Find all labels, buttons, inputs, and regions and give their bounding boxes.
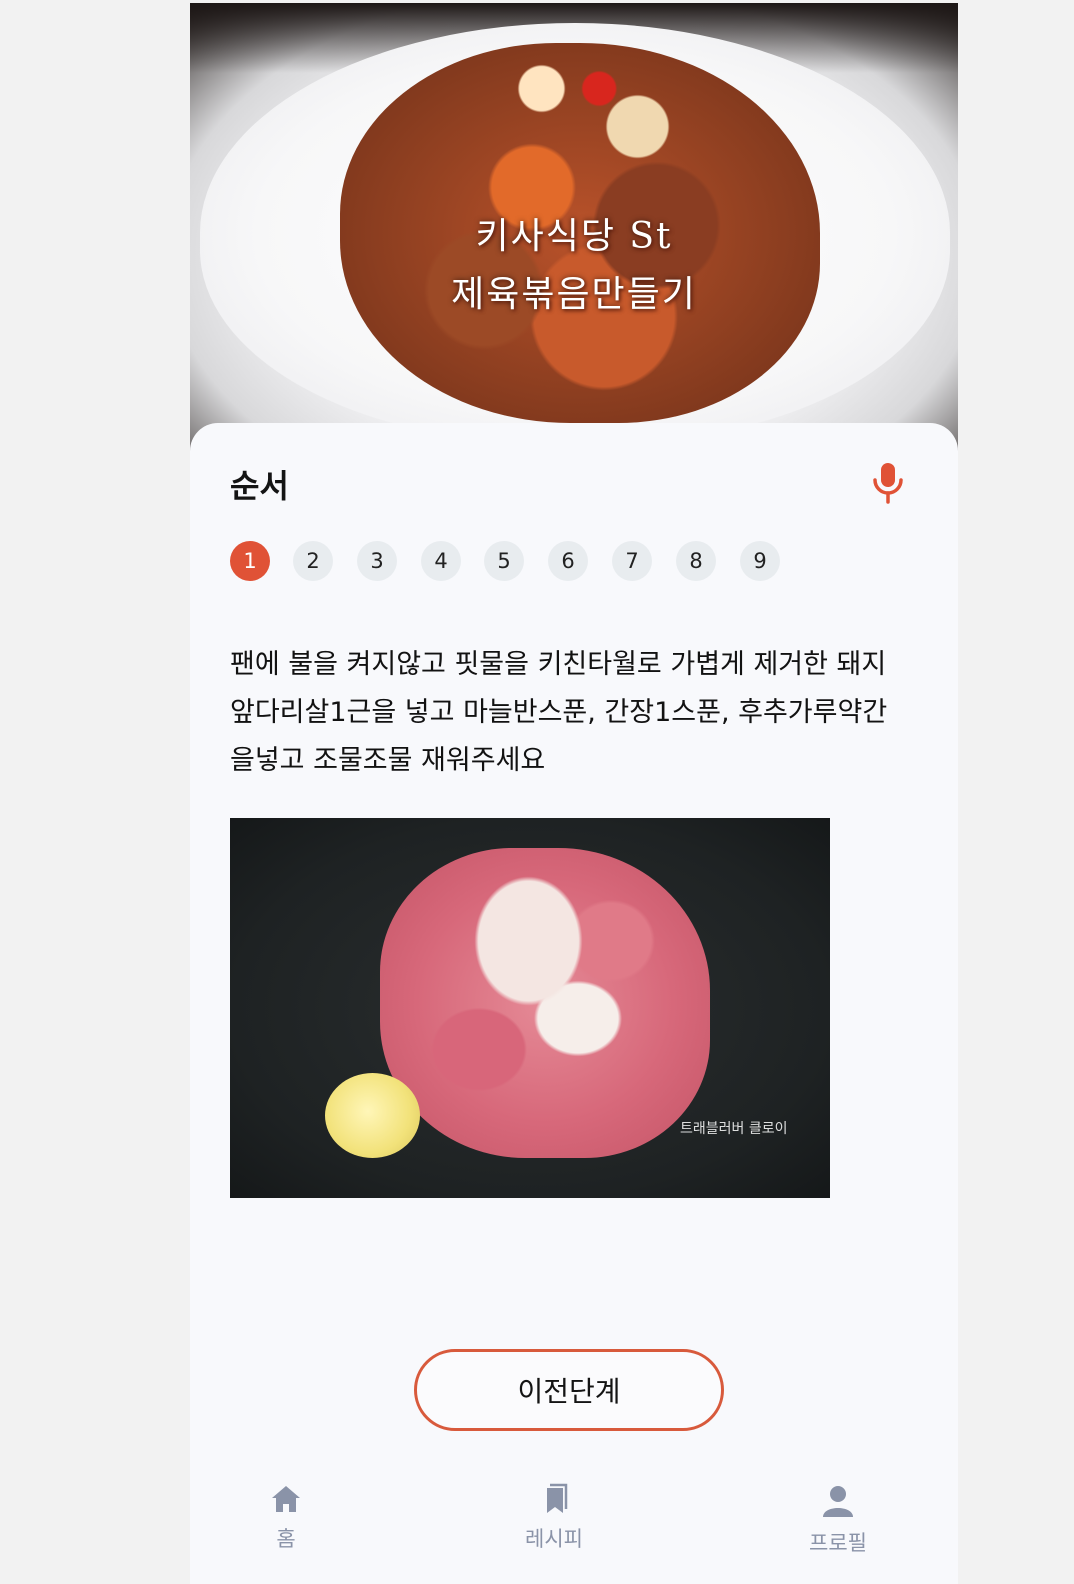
tab-profile-label: 프로필 [809, 1531, 867, 1555]
photo-watermark: 트래블러버 클로이 [680, 1121, 788, 1137]
step-4-button[interactable]: 4 [421, 541, 461, 581]
section-title: 순서 [230, 467, 289, 505]
step-5-button[interactable]: 5 [484, 541, 524, 581]
previous-step-button[interactable]: 이전단계 [414, 1349, 724, 1431]
steps-sheet: 순서 1 2 3 4 5 6 7 8 9 팬에 불을 켜지않고 핏물을 키친타월… [190, 423, 958, 1584]
hero-overlay-line1: 키사식당 St [475, 216, 673, 257]
tab-home[interactable]: 홈 [226, 1483, 346, 1553]
mic-icon[interactable] [870, 461, 906, 505]
step-7-button[interactable]: 7 [612, 541, 652, 581]
step-9-button[interactable]: 9 [740, 541, 780, 581]
bookmark-icon [547, 1483, 568, 1513]
step-3-button[interactable]: 3 [357, 541, 397, 581]
step-1-button[interactable]: 1 [230, 541, 270, 581]
hero-image: 키사식당 St 제육볶음만들기 [190, 3, 958, 463]
home-icon [272, 1486, 300, 1512]
bottom-tab-bar: 홈 레시피 프로필 [190, 1473, 958, 1584]
tab-home-label: 홈 [276, 1527, 296, 1551]
step-6-button[interactable]: 6 [548, 541, 588, 581]
hero-overlay-line2: 제육볶음만들기 [451, 274, 697, 315]
step-instruction: 팬에 불을 켜지않고 핏물을 키친타월로 가볍게 제거한 돼지앞다리살1근을 넣… [230, 649, 888, 776]
profile-icon [823, 1486, 853, 1517]
app-screen: 키사식당 St 제육볶음만들기 순서 1 2 3 4 5 6 7 8 9 팬에 … [190, 3, 958, 1584]
tab-profile[interactable]: 프로필 [778, 1483, 898, 1557]
tab-recipe-label: 레시피 [525, 1527, 583, 1551]
tab-recipe[interactable]: 레시피 [494, 1483, 614, 1553]
step-2-button[interactable]: 2 [293, 541, 333, 581]
step-8-button[interactable]: 8 [676, 541, 716, 581]
step-photo: 트래블러버 클로이 [230, 818, 830, 1198]
hero-overlay-text: 키사식당 St 제육볶음만들기 [190, 208, 958, 324]
